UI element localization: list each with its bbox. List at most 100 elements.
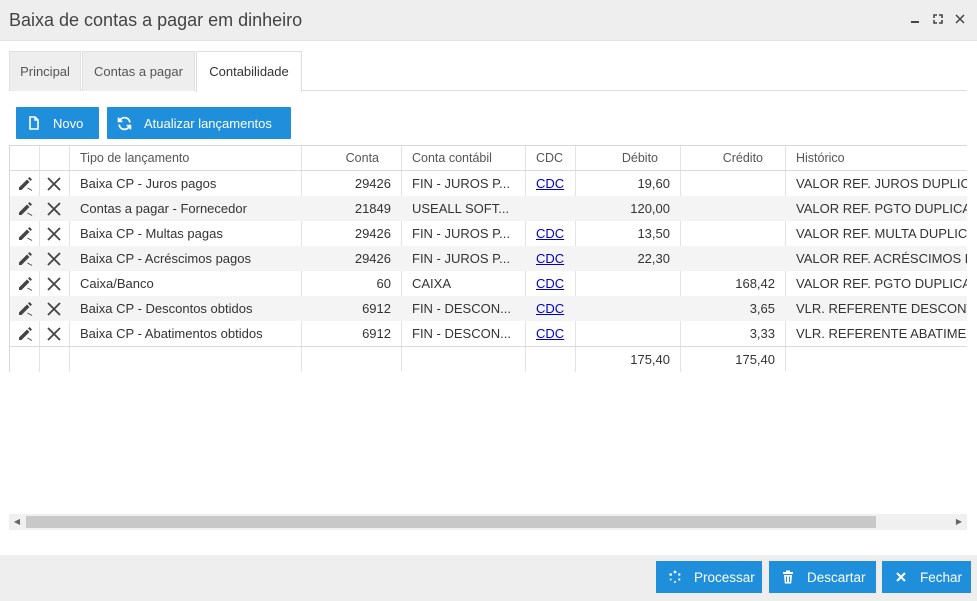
cell-debito: 13,50 <box>637 226 670 241</box>
table-row[interactable]: Baixa CP - Abatimentos obtidos 6912 FIN - … <box>10 321 967 346</box>
close-x-icon <box>896 572 906 582</box>
cell-debito: 19,60 <box>637 176 670 191</box>
cdc-link[interactable]: CDC <box>536 176 564 191</box>
cell-historico: VALOR REF. ACRÉSCIMOS PA <box>796 251 967 266</box>
cell-historico: VALOR REF. PGTO DUPLICAT <box>796 201 967 216</box>
cell-cdc[interactable]: CDC <box>536 221 570 246</box>
table-row[interactable]: Caixa/Banco 60 CAIXA CDC 168,42 VALOR REF. PG… <box>10 271 967 296</box>
cell-conta: 29426 <box>354 226 391 241</box>
edit-pencil-icon[interactable] <box>17 326 33 342</box>
scrollbar-thumb[interactable] <box>26 516 876 528</box>
cell-cdc[interactable]: CDC <box>536 296 570 321</box>
header-historico[interactable]: Histórico <box>796 146 845 171</box>
cell-conta-contabil: FIN - JUROS P... <box>412 176 510 191</box>
cell-conta: 29426 <box>354 176 391 191</box>
window-titlebar: Baixa de contas a pagar em dinheiro <box>0 0 977 41</box>
header-cdc[interactable]: CDC <box>536 146 563 171</box>
process-button-label: Processar <box>694 569 755 585</box>
table-row[interactable]: Baixa CP - Descontos obtidos 6912 FIN - DE… <box>10 296 967 321</box>
cell-cdc[interactable]: CDC <box>536 271 570 296</box>
cdc-link[interactable]: CDC <box>536 251 564 266</box>
cell-cdc <box>536 196 570 221</box>
refresh-entries-button[interactable]: Atualizar lançamentos <box>107 107 291 139</box>
cell-tipo: Baixa CP - Abatimentos obtidos <box>80 326 263 341</box>
cell-cdc[interactable]: CDC <box>536 171 570 196</box>
refresh-icon <box>117 116 132 130</box>
discard-button[interactable]: Descartar <box>769 561 876 593</box>
edit-pencil-icon[interactable] <box>17 226 33 242</box>
tab-principal[interactable]: Principal <box>9 51 81 91</box>
delete-x-icon[interactable] <box>46 326 62 342</box>
cell-credito <box>680 171 775 196</box>
total-credito: 175,40 <box>735 352 775 367</box>
grid-header: Tipo de lançamento Conta Conta contábil … <box>10 145 967 171</box>
cell-cdc[interactable]: CDC <box>536 246 570 271</box>
cell-conta-contabil: FIN - JUROS P... <box>412 226 510 241</box>
edit-pencil-icon[interactable] <box>17 276 33 292</box>
header-debito[interactable]: Débito <box>575 146 658 171</box>
trash-icon <box>783 570 793 584</box>
cdc-link[interactable]: CDC <box>536 326 564 341</box>
horizontal-scrollbar[interactable]: ◀ ▶ <box>9 514 967 530</box>
maximize-icon[interactable] <box>931 12 945 26</box>
close-icon[interactable] <box>953 12 967 26</box>
header-conta-contabil[interactable]: Conta contábil <box>412 146 492 171</box>
dialog-footer: Processar Descartar Fechar <box>0 555 977 601</box>
discard-button-label: Descartar <box>807 569 866 585</box>
delete-x-icon[interactable] <box>46 201 62 217</box>
header-conta[interactable]: Conta <box>301 146 379 171</box>
cell-historico: VALOR REF. JUROS DUPLICA <box>796 176 967 191</box>
cdc-link[interactable]: CDC <box>536 276 564 291</box>
cdc-link[interactable]: CDC <box>536 226 564 241</box>
process-button[interactable]: Processar <box>656 561 762 593</box>
cell-tipo: Baixa CP - Multas pagas <box>80 226 223 241</box>
cell-conta: 60 <box>376 276 391 291</box>
tab-contabilidade[interactable]: Contabilidade <box>196 51 302 92</box>
spinner-icon <box>669 570 681 583</box>
cdc-link[interactable]: CDC <box>536 301 564 316</box>
cell-conta: 29426 <box>354 251 391 266</box>
table-row[interactable]: Baixa CP - Acréscimos pagos 29426 FIN - JU… <box>10 246 967 271</box>
new-button[interactable]: Novo <box>16 107 99 139</box>
refresh-button-label: Atualizar lançamentos <box>144 115 272 131</box>
cell-tipo: Baixa CP - Juros pagos <box>80 176 217 191</box>
cell-tipo: Contas a pagar - Fornecedor <box>80 201 247 216</box>
header-tipo[interactable]: Tipo de lançamento <box>80 146 189 171</box>
cell-conta: 6912 <box>362 301 391 316</box>
grid-totals-row: 175,40 175,40 <box>10 346 967 372</box>
edit-pencil-icon[interactable] <box>17 251 33 267</box>
cell-credito: 3,65 <box>749 301 775 316</box>
delete-x-icon[interactable] <box>46 176 62 192</box>
cell-tipo: Baixa CP - Descontos obtidos <box>80 301 253 316</box>
cell-credito <box>680 221 775 246</box>
edit-pencil-icon[interactable] <box>17 176 33 192</box>
cell-tipo: Caixa/Banco <box>80 276 154 291</box>
delete-x-icon[interactable] <box>46 276 62 292</box>
delete-x-icon[interactable] <box>46 251 62 267</box>
cell-debito: 22,30 <box>637 251 670 266</box>
close-button[interactable]: Fechar <box>882 561 971 593</box>
delete-x-icon[interactable] <box>46 226 62 242</box>
header-credito[interactable]: Crédito <box>680 146 763 171</box>
cell-credito <box>680 246 775 271</box>
scroll-right-icon[interactable]: ▶ <box>951 514 967 530</box>
cell-tipo: Baixa CP - Acréscimos pagos <box>80 251 251 266</box>
minimize-icon[interactable] <box>908 12 922 26</box>
delete-x-icon[interactable] <box>46 301 62 317</box>
table-row[interactable]: Baixa CP - Multas pagas 29426 FIN - JUROS … <box>10 221 967 246</box>
close-button-label: Fechar <box>920 569 963 585</box>
cell-conta-contabil: USEALL SOFT... <box>412 201 510 216</box>
tab-bar: Principal Contas a pagar Contabilidade <box>9 51 967 92</box>
edit-pencil-icon[interactable] <box>17 201 33 217</box>
file-icon <box>29 116 39 130</box>
cell-historico: VALOR REF. PGTO DUPLICAT <box>796 276 967 291</box>
table-row[interactable]: Baixa CP - Juros pagos 29426 FIN - JUROS P… <box>10 171 967 196</box>
cell-debito <box>575 321 670 346</box>
cell-cdc[interactable]: CDC <box>536 321 570 346</box>
cell-conta-contabil: CAIXA <box>412 276 452 291</box>
scroll-left-icon[interactable]: ◀ <box>9 514 25 530</box>
table-row[interactable]: Contas a pagar - Fornecedor 21849 USEALL S… <box>10 196 967 221</box>
tab-contas-a-pagar[interactable]: Contas a pagar <box>82 51 195 91</box>
cell-credito: 3,33 <box>749 326 775 341</box>
edit-pencil-icon[interactable] <box>17 301 33 317</box>
